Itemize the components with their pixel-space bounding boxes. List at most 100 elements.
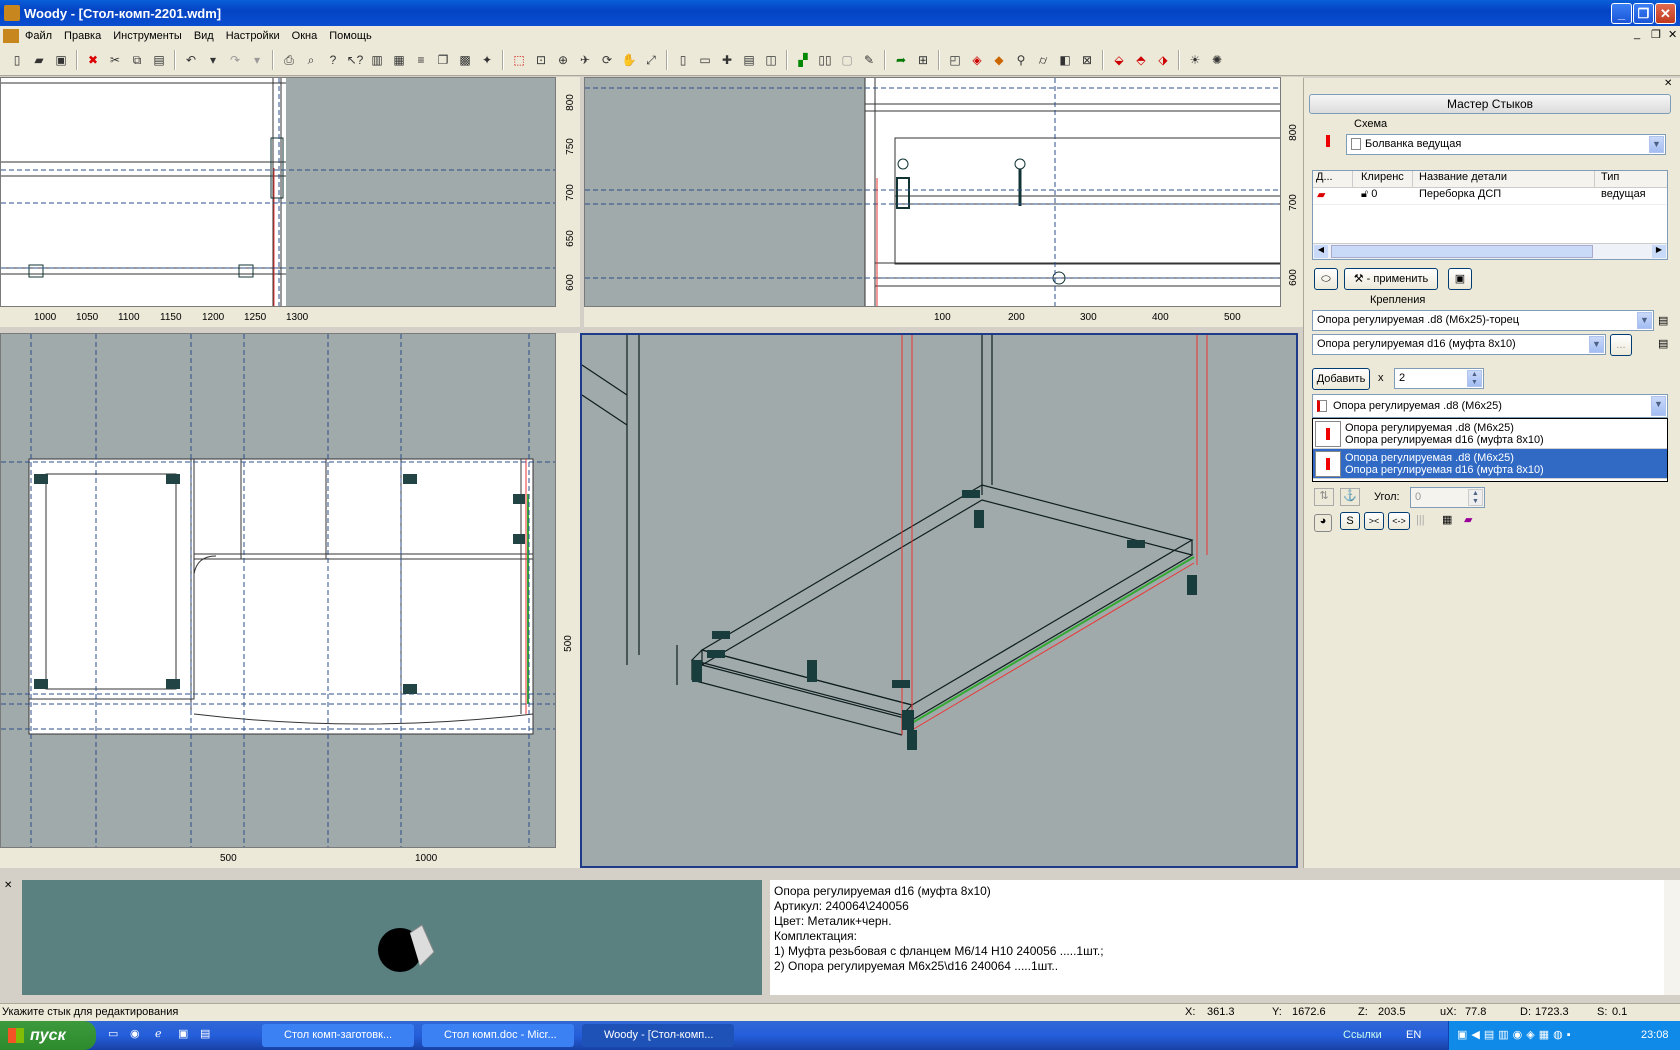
drawer-icon[interactable]: ▤ [739, 50, 759, 70]
layers-icon[interactable]: ≡ [411, 50, 431, 70]
book-icon[interactable]: ▰ [1464, 513, 1472, 526]
undo-icon[interactable]: ↶ [181, 50, 201, 70]
fly-icon[interactable]: ✈ [575, 50, 595, 70]
menu-tools[interactable]: Инструменты [107, 30, 188, 42]
panel-close-icon[interactable]: ✕ [1664, 78, 1672, 89]
table-row[interactable]: ▰ 🔓︎ 0 Переборка ДСП ведущая [1313, 188, 1667, 205]
mdi-minimize-button[interactable]: _ [1628, 28, 1646, 40]
view-shaded-icon[interactable]: ◆ [989, 50, 1009, 70]
s-button[interactable]: S [1340, 512, 1360, 530]
table-icon[interactable]: ▦ [1442, 513, 1452, 526]
redo-icon[interactable]: ↷ [225, 50, 245, 70]
view-front-icon[interactable]: ◰ [945, 50, 965, 70]
fastener1-select[interactable]: Опора регулируемая .d8 (М6х25)-торец ▼ [1312, 310, 1654, 331]
chevron-down-icon[interactable]: ▼ [1649, 136, 1664, 153]
scroll-left-icon[interactable]: ◀ [1314, 245, 1328, 258]
windows-icon[interactable]: ❐ [433, 50, 453, 70]
task-button-active[interactable]: Woody - [Стол-комп... [582, 1024, 734, 1047]
info-scrollbar[interactable] [1664, 880, 1680, 995]
view-top-bottom-left[interactable] [0, 333, 556, 848]
undo-list-icon[interactable]: ▾ [203, 50, 223, 70]
paste-icon[interactable]: ▤ [149, 50, 169, 70]
sort-icon[interactable]: ⇅ [1314, 488, 1334, 506]
print-icon[interactable]: ⎙ [279, 50, 299, 70]
menu-view[interactable]: Вид [188, 30, 220, 42]
tree-icon[interactable]: ⊞ [913, 50, 933, 70]
joint-remove-icon[interactable]: ⬗ [1153, 50, 1173, 70]
col-header[interactable]: Клиренс [1353, 171, 1413, 187]
zoom-icon[interactable]: ⊕ [553, 50, 573, 70]
spinner-arrows-icon[interactable]: ▲ ▼ [1467, 370, 1482, 387]
panel-icon[interactable]: ▩ [455, 50, 475, 70]
start-button[interactable]: пуск [0, 1021, 96, 1050]
menu-windows[interactable]: Окна [286, 30, 324, 42]
menu-edit[interactable]: Правка [58, 30, 107, 42]
add-button[interactable]: Добавить [1312, 368, 1370, 390]
maximize-button[interactable]: ❐ [1633, 3, 1654, 24]
open-folder-icon[interactable]: ▰ [29, 50, 49, 70]
cylinder-icon[interactable]: ⌭ [1033, 50, 1053, 70]
window-icon[interactable]: ▤ [200, 1027, 210, 1040]
rotate-icon[interactable]: ⟳ [597, 50, 617, 70]
anchor-icon[interactable]: ⚓ [1340, 488, 1360, 506]
expand-button[interactable]: <-> [1388, 512, 1410, 530]
door-icon[interactable]: ▯▯ [815, 50, 835, 70]
menu-settings[interactable]: Настройки [220, 30, 286, 42]
fastener-type-select[interactable]: Опора регулируемая .d8 (М6х25) ▼ [1312, 394, 1668, 418]
pin-icon[interactable]: ⚲ [1011, 50, 1031, 70]
dimension-icon[interactable]: ⊠ [1077, 50, 1097, 70]
redo-list-icon[interactable]: ▾ [247, 50, 267, 70]
fastener2-select[interactable]: Опора регулируемая d16 (муфта 8х10) ▼ [1312, 334, 1606, 355]
chevron-down-icon[interactable]: ▼ [1589, 336, 1604, 353]
task-button[interactable]: Стол комп-заготовк... [262, 1024, 414, 1047]
view-front-top-left[interactable] [0, 77, 556, 307]
pencil-icon[interactable]: ✎ [859, 50, 879, 70]
menu-help[interactable]: Помощь [323, 30, 378, 42]
close-button[interactable]: ✕ [1655, 3, 1676, 24]
tray-icons[interactable]: ▣◀▤▥◉◈▦◍▪ [1457, 1028, 1575, 1041]
light-icon[interactable]: ☀ [1185, 50, 1205, 70]
scroll-right-icon[interactable]: ▶ [1652, 245, 1666, 258]
bars-icon[interactable]: ||| [1416, 514, 1425, 526]
browse-button[interactable]: ... [1610, 334, 1632, 356]
mdi-close-button[interactable]: ✕ [1662, 28, 1680, 41]
view-iso-icon[interactable]: ◈ [967, 50, 987, 70]
zoom-window-icon[interactable]: ⊡ [531, 50, 551, 70]
scroll-thumb[interactable] [1331, 245, 1593, 258]
copy-icon[interactable]: ⧉ [127, 50, 147, 70]
joint-icon[interactable]: ⬙ [1109, 50, 1129, 70]
scheme-select[interactable]: Болванка ведущая ▼ [1346, 134, 1666, 155]
save-icon[interactable]: ▣ [51, 50, 71, 70]
magic-wand-icon[interactable]: ✦ [477, 50, 497, 70]
explorer-icon[interactable]: ▣ [178, 1027, 188, 1040]
apply-button[interactable]: ⚒ - применить [1344, 268, 1438, 290]
spinner-arrows-icon[interactable]: ▲ ▼ [1468, 489, 1483, 506]
links-label[interactable]: Ссылки [1343, 1029, 1382, 1041]
count-spinner[interactable]: 2 ▲ ▼ [1394, 368, 1484, 389]
save-joint-button[interactable]: ▣ [1448, 268, 1472, 290]
joint-edit-icon[interactable]: ⬘ [1131, 50, 1151, 70]
lang-indicator[interactable]: EN [1406, 1029, 1421, 1041]
select-icon[interactable]: ⬚ [509, 50, 529, 70]
zoom-extents-icon[interactable]: ⤢ [641, 50, 661, 70]
table-scrollbar[interactable]: ◀ ▶ [1313, 243, 1667, 259]
layers-3d-icon[interactable]: ◧ [1055, 50, 1075, 70]
delete-icon[interactable]: ✖ [83, 50, 103, 70]
view-side-top-right[interactable] [584, 77, 1281, 307]
properties-icon[interactable]: ▦ [389, 50, 409, 70]
col-header[interactable]: Название детали [1413, 171, 1595, 187]
browser-icon[interactable]: ◉ [130, 1027, 140, 1040]
show-desktop-icon[interactable]: ▭ [108, 1027, 118, 1040]
box-icon[interactable]: ▢ [837, 50, 857, 70]
help-icon[interactable]: ? [323, 50, 343, 70]
chevron-down-icon[interactable]: ▼ [1651, 396, 1666, 416]
bottom-panel-close-icon[interactable]: ✕ [4, 880, 12, 891]
new-file-icon[interactable]: ▯ [7, 50, 27, 70]
library-icon[interactable]: ▥ [367, 50, 387, 70]
dropdown-item-selected[interactable]: Опора регулируемая .d8 (М6х25) Опора регу… [1313, 449, 1667, 479]
settings-gear-icon[interactable]: ✺ [1207, 50, 1227, 70]
chevron-down-icon[interactable]: ▼ [1637, 312, 1652, 329]
dropdown-item[interactable]: Опора регулируемая .d8 (М6х25) Опора регу… [1313, 419, 1667, 449]
cross-icon[interactable]: ✚ [717, 50, 737, 70]
view-3d-bottom-right[interactable] [580, 333, 1298, 868]
